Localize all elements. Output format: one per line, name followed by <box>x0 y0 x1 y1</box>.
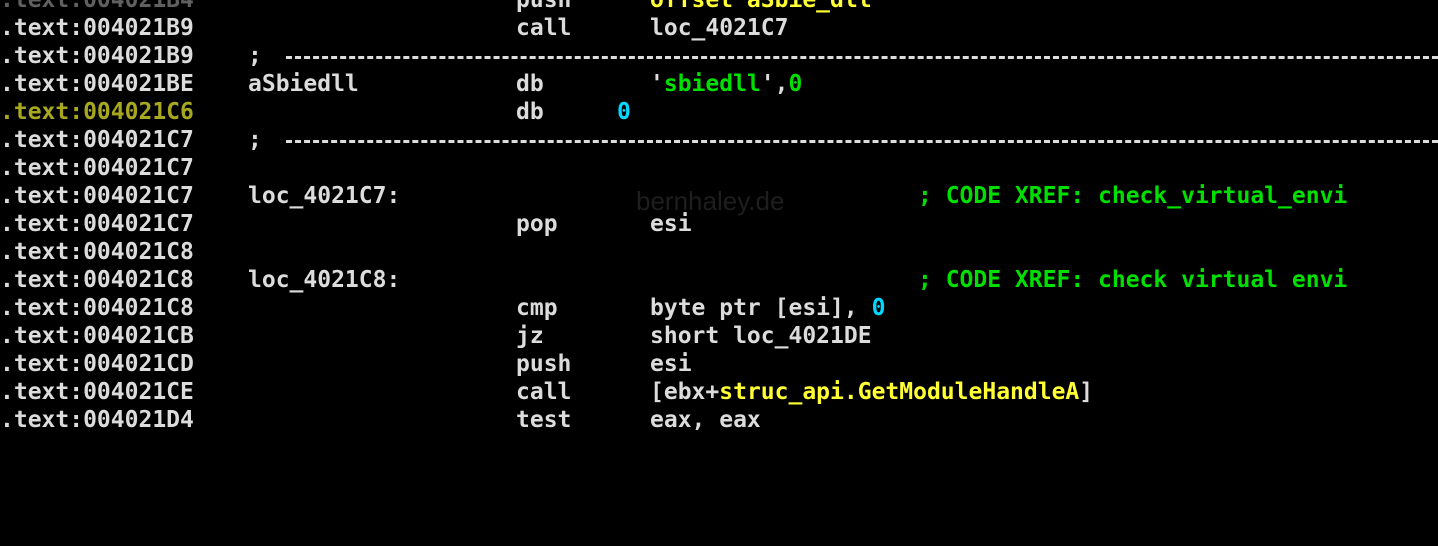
operand-string: 'sbiedll',0 <box>650 70 802 98</box>
code-line[interactable]: .text:004021CD push esi <box>0 350 1438 378</box>
mnemonic: pop <box>516 211 558 237</box>
address: .text:004021C8 <box>0 267 194 293</box>
mnemonic: push <box>516 351 572 377</box>
code-line[interactable]: .text:004021C8 cmp byte ptr [esi], 0 <box>0 294 1438 322</box>
code-label[interactable]: loc_4021C7: <box>248 182 400 210</box>
mnemonic: test <box>516 407 572 433</box>
mnemonic: jz <box>516 323 544 349</box>
address: .text:004021C7 <box>0 183 194 209</box>
code-line[interactable]: .text:004021C6 db 0 <box>0 98 1438 126</box>
operand-label-ref[interactable]: loc_4021C7 <box>650 14 788 42</box>
operand-memory: byte ptr [esi], <box>650 295 872 321</box>
separator-line: .text:004021B9 ; <box>0 42 1438 70</box>
code-line[interactable]: .text:004021C8 loc_4021C8: ; CODE XREF: … <box>0 266 1438 294</box>
address: .text:004021B4 <box>0 0 194 13</box>
code-line[interactable]: .text:004021B4 push offset aSbie_dll <box>0 0 1438 14</box>
code-line[interactable]: .text:004021D4 test eax, eax <box>0 406 1438 434</box>
number-literal: 0 <box>617 99 631 125</box>
code-line[interactable]: .text:004021CB jz short loc_4021DE <box>0 322 1438 350</box>
number-literal: 0 <box>788 71 803 97</box>
mnemonic: db <box>516 71 544 97</box>
mnemonic: call <box>516 15 572 41</box>
address: .text:004021CD <box>0 351 194 377</box>
xref-comment[interactable]: ; CODE XREF: check_virtual_envi <box>918 182 1347 210</box>
xref-comment[interactable]: ; CODE XREF: check virtual envi <box>918 266 1347 294</box>
number-literal: 0 <box>871 295 886 321</box>
operand: byte ptr [esi], 0 <box>650 294 885 322</box>
address: .text:004021CB <box>0 323 194 349</box>
disassembly-listing: .text:004021B4 push offset aSbie_dll .te… <box>0 0 1438 434</box>
address: .text:004021B9 <box>0 43 194 69</box>
operand[interactable]: offset aSbie_dll <box>650 0 872 14</box>
code-label[interactable]: loc_4021C8: <box>248 266 400 294</box>
quote-open: ' <box>650 71 664 97</box>
code-line[interactable]: .text:004021C8 <box>0 238 1438 266</box>
quote-close: ', <box>760 71 789 97</box>
separator-line: .text:004021C7 ; <box>0 126 1438 154</box>
operand-prefix: [ebx+ <box>650 379 720 405</box>
address: .text:004021C8 <box>0 239 194 265</box>
string-literal: sbiedll <box>663 71 761 97</box>
address: .text:004021C7 <box>0 127 194 153</box>
code-line[interactable]: .text:004021B9 call loc_4021C7 <box>0 14 1438 42</box>
operand: eax, eax <box>650 407 761 433</box>
code-line[interactable]: .text:004021BE aSbiedll db 'sbiedll',0 <box>0 70 1438 98</box>
mnemonic: push <box>516 0 572 13</box>
watermark: bernhaley.de <box>636 186 785 216</box>
separator: ; <box>248 42 1438 70</box>
code-line[interactable]: .text:004021C7 <box>0 154 1438 182</box>
operand-suffix: ] <box>1079 379 1094 405</box>
data-label[interactable]: aSbiedll <box>248 70 359 98</box>
address: .text:004021C7 <box>0 155 194 181</box>
operand-label-ref[interactable]: short loc_4021DE <box>650 322 872 350</box>
address: .text:004021B9 <box>0 15 194 41</box>
address: .text:004021C8 <box>0 295 194 321</box>
address: .text:004021D4 <box>0 407 194 433</box>
mnemonic: db <box>516 99 544 125</box>
api-name[interactable]: struc_api.GetModuleHandleA <box>719 379 1079 405</box>
address: .text:004021C7 <box>0 211 194 237</box>
address: .text:004021BE <box>0 71 194 97</box>
operand: esi <box>650 351 692 377</box>
address-highlighted: .text:004021C6 <box>0 99 194 125</box>
mnemonic: cmp <box>516 295 558 321</box>
separator: ; <box>248 126 1438 154</box>
